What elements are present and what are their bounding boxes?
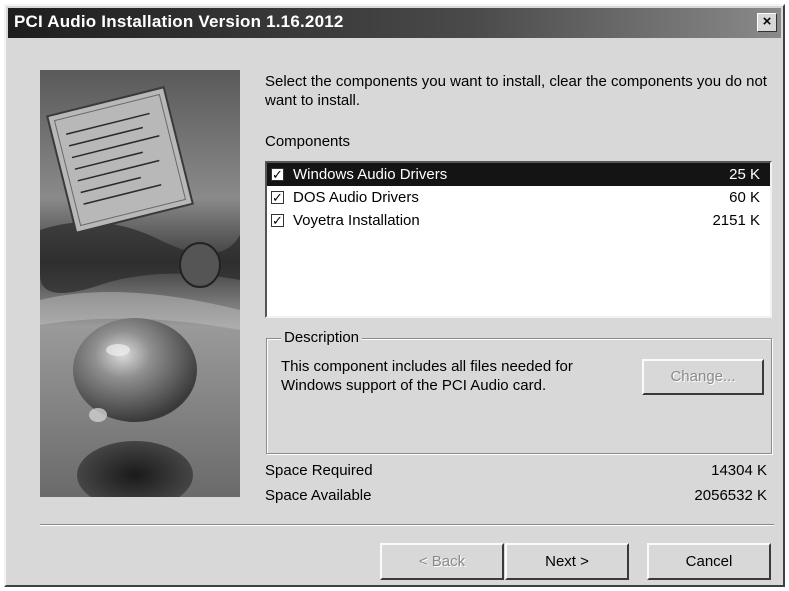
list-item[interactable]: ✓ Windows Audio Drivers 25 K [267,163,770,186]
space-required-value: 14304 K [711,462,767,479]
description-legend: Description [281,329,363,347]
footer-divider [40,524,774,526]
space-available-label: Space Available [265,487,372,504]
installer-dialog: PCI Audio Installation Version 1.16.2012… [4,4,785,587]
cancel-button[interactable]: Cancel [647,543,771,580]
checkbox[interactable]: ✓ [271,214,284,227]
space-available-value: 2056532 K [694,487,767,504]
component-name: Voyetra Installation [293,212,420,229]
list-item[interactable]: ✓ DOS Audio Drivers 60 K [267,186,770,209]
space-required-label: Space Required [265,462,373,479]
checkbox[interactable]: ✓ [271,191,284,204]
description-text: This component includes all files needed… [281,358,573,394]
components-list[interactable]: ✓ Windows Audio Drivers 25 K ✓ DOS Audio… [265,161,772,318]
next-button[interactable]: Next > [505,543,629,580]
list-item[interactable]: ✓ Voyetra Installation 2151 K [267,209,770,232]
close-icon[interactable]: × [757,13,777,32]
artwork-illustration [40,70,240,497]
checkbox[interactable]: ✓ [271,168,284,181]
component-size: 60 K [729,189,760,206]
component-name: DOS Audio Drivers [293,189,419,206]
setup-artwork-image [40,70,240,497]
title-bar[interactable]: PCI Audio Installation Version 1.16.2012… [8,8,781,38]
component-size: 25 K [729,166,760,183]
change-button[interactable]: Change... [642,359,764,395]
instructions-text: Select the components you want to instal… [265,73,767,109]
description-group: Description This component includes all … [266,329,772,454]
components-label: Components [265,133,351,150]
component-name: Windows Audio Drivers [293,166,448,183]
window-title: PCI Audio Installation Version 1.16.2012 [14,12,344,31]
component-size: 2151 K [712,212,760,229]
back-button[interactable]: < Back [380,543,504,580]
